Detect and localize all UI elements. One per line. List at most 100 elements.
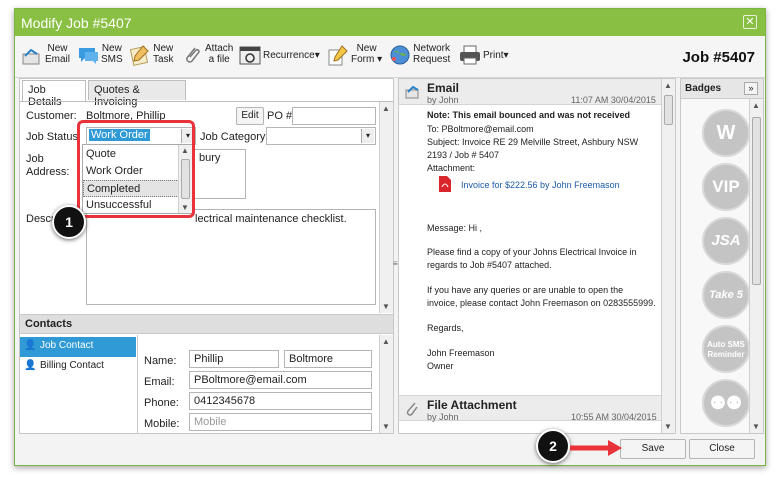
last-name-field[interactable]: Boltmore (284, 350, 372, 368)
invoice-attachment-link[interactable]: Invoice for $222.56 by John Freemason (461, 180, 620, 190)
contact-mobile-field[interactable]: Mobile (189, 413, 372, 431)
expand-badges-button[interactable]: » (744, 82, 758, 95)
badges-scrollbar[interactable]: ▲ ▼ (749, 99, 763, 433)
activity-panel: Email by John 11:07 AM 30/04/2015 Note: … (398, 78, 676, 434)
email-signature-name: John Freemason (427, 348, 495, 358)
first-name-field[interactable]: Phillip (189, 350, 279, 368)
close-window-icon[interactable]: ✕ (743, 15, 757, 29)
po-field[interactable] (292, 107, 376, 125)
badge-take-5[interactable]: Take 5 (702, 271, 750, 319)
email-signature-role: Owner (427, 361, 454, 371)
callout-2: 2 (536, 429, 570, 463)
new-task-icon (129, 45, 149, 66)
job-number-heading: Job #5407 (682, 49, 755, 66)
file-attachment-author: by John (427, 412, 459, 422)
badges-title: Badges (685, 83, 722, 94)
job-category-label: Job Category (200, 131, 266, 143)
badge-jsa[interactable]: JSA (702, 217, 750, 265)
customer-label: Customer: (26, 110, 77, 122)
job-address-label-2: Address: (26, 166, 70, 178)
new-form-button[interactable]: New Form ▾ (327, 40, 383, 74)
save-button[interactable]: Save (620, 439, 686, 459)
attachment-label: Attachment: (427, 163, 476, 173)
email-icon (405, 85, 419, 99)
description-field[interactable]: lectrical maintenance checklist. (86, 209, 376, 305)
new-task-button[interactable]: New Task (129, 40, 181, 74)
window-title: Modify Job #5407 (21, 15, 132, 31)
network-icon (390, 45, 410, 65)
contact-email-field[interactable]: PBoltmore@email.com (189, 371, 372, 389)
email-entry-header[interactable]: Email by John 11:07 AM 30/04/2015 (399, 79, 661, 105)
scroll-up-icon: ▲ (752, 101, 760, 110)
recurrence-icon (239, 46, 261, 65)
scroll-down-icon: ▼ (664, 422, 672, 431)
toolbar-label: Recurrence▾ (263, 50, 320, 61)
edit-customer-button[interactable]: Edit (236, 107, 264, 125)
title-bar: Modify Job #5407 ✕ (15, 9, 765, 36)
file-attachment-title: File Attachment (427, 398, 517, 412)
scroll-down-icon: ▼ (382, 302, 390, 311)
email-message-line-1: Please find a copy of your Johns Electri… (427, 247, 637, 257)
new-email-icon (22, 48, 40, 65)
new-sms-button[interactable]: New SMS (77, 40, 129, 74)
email-to: To: PBoltmore@email.com (427, 124, 534, 134)
new-email-button[interactable]: New Email (21, 40, 77, 74)
contact-item-job[interactable]: 👤 Job Contact (20, 337, 136, 357)
contact-phone-field[interactable]: 0412345678 (189, 392, 372, 410)
tab-divider (20, 101, 393, 102)
activity-scrollbar[interactable]: ▲ ▼ (661, 79, 675, 433)
badge-vip[interactable]: VIP (702, 163, 750, 211)
contact-list: 👤 Job Contact 👤 Billing Contact (20, 335, 138, 433)
contact-phone-label: Phone: (144, 397, 179, 409)
close-button[interactable]: Close (689, 439, 755, 459)
chevron-down-icon: ▾ (361, 129, 374, 143)
contact-item-billing[interactable]: 👤 Billing Contact (20, 357, 136, 377)
arrow-right-icon (570, 440, 622, 456)
job-category-select[interactable]: ▾ (266, 127, 376, 145)
email-subject-line-2: 2193 / Job # 5407 (427, 150, 500, 160)
contacts-scrollbar[interactable]: ▲ ▼ (379, 335, 393, 433)
toolbar-label: SMS (101, 54, 123, 65)
paperclip-icon (406, 402, 418, 416)
job-status-label: Job Status: (26, 131, 82, 143)
toolbar-label: a file (208, 54, 230, 65)
badge-w[interactable]: W (702, 109, 750, 157)
file-attachment-entry-header[interactable]: File Attachment by John 10:55 AM 30/04/2… (399, 395, 661, 422)
scroll-up-icon: ▲ (382, 337, 390, 346)
contact-item-label: Job Contact (40, 340, 94, 351)
email-message-line-2: regards to Job #5407 attached. (427, 260, 552, 270)
toolbar-label: Print▾ (483, 50, 509, 61)
pdf-icon (439, 176, 451, 192)
modify-job-window: Modify Job #5407 ✕ New Email New SMS New Ta… (14, 8, 766, 466)
toolbar-label: Task (153, 54, 174, 65)
scroll-up-icon: ▲ (382, 104, 390, 113)
scroll-thumb[interactable] (752, 117, 761, 285)
scroll-up-icon: ▲ (664, 81, 672, 90)
badge-contacts[interactable]: ⚉⚉ (702, 379, 750, 427)
contacts-header: Contacts (20, 314, 393, 334)
contact-mobile-label: Mobile: (144, 418, 180, 430)
badges-panel: Badges » W VIP JSA Take 5 Auto SMS Remin… (680, 78, 764, 434)
contact-email-label: Email: (144, 376, 175, 388)
highlight-box (77, 120, 195, 218)
attach-file-button[interactable]: Attach a file (181, 40, 237, 74)
network-request-button[interactable]: Network Request (389, 40, 457, 74)
scroll-down-icon: ▼ (752, 422, 760, 431)
email-message-greeting: Message: Hi , (427, 223, 483, 233)
recurrence-button[interactable]: Recurrence▾ (239, 40, 323, 74)
toolbar-label: Form ▾ (351, 54, 383, 65)
print-button[interactable]: Print▾ (459, 40, 515, 74)
details-scrollbar[interactable]: ▲ ▼ (379, 102, 393, 313)
scroll-down-icon: ▼ (382, 422, 390, 431)
scroll-thumb[interactable] (664, 95, 673, 125)
badges-header: Badges » (681, 79, 763, 99)
toolbar-label: Email (45, 54, 71, 65)
badge-auto-sms-reminder[interactable]: Auto SMS Reminder (702, 325, 750, 373)
tab-quotes-invoicing[interactable]: Quotes & Invoicing (88, 80, 186, 108)
toolbar-label: Network (413, 43, 450, 54)
print-icon (460, 45, 480, 65)
tab-job-details[interactable]: Job Details (22, 80, 86, 108)
email-message-line-4: invoice, please contact John Freemason o… (427, 298, 656, 308)
email-title: Email (427, 81, 460, 95)
description-text: lectrical maintenance checklist. (195, 213, 347, 225)
